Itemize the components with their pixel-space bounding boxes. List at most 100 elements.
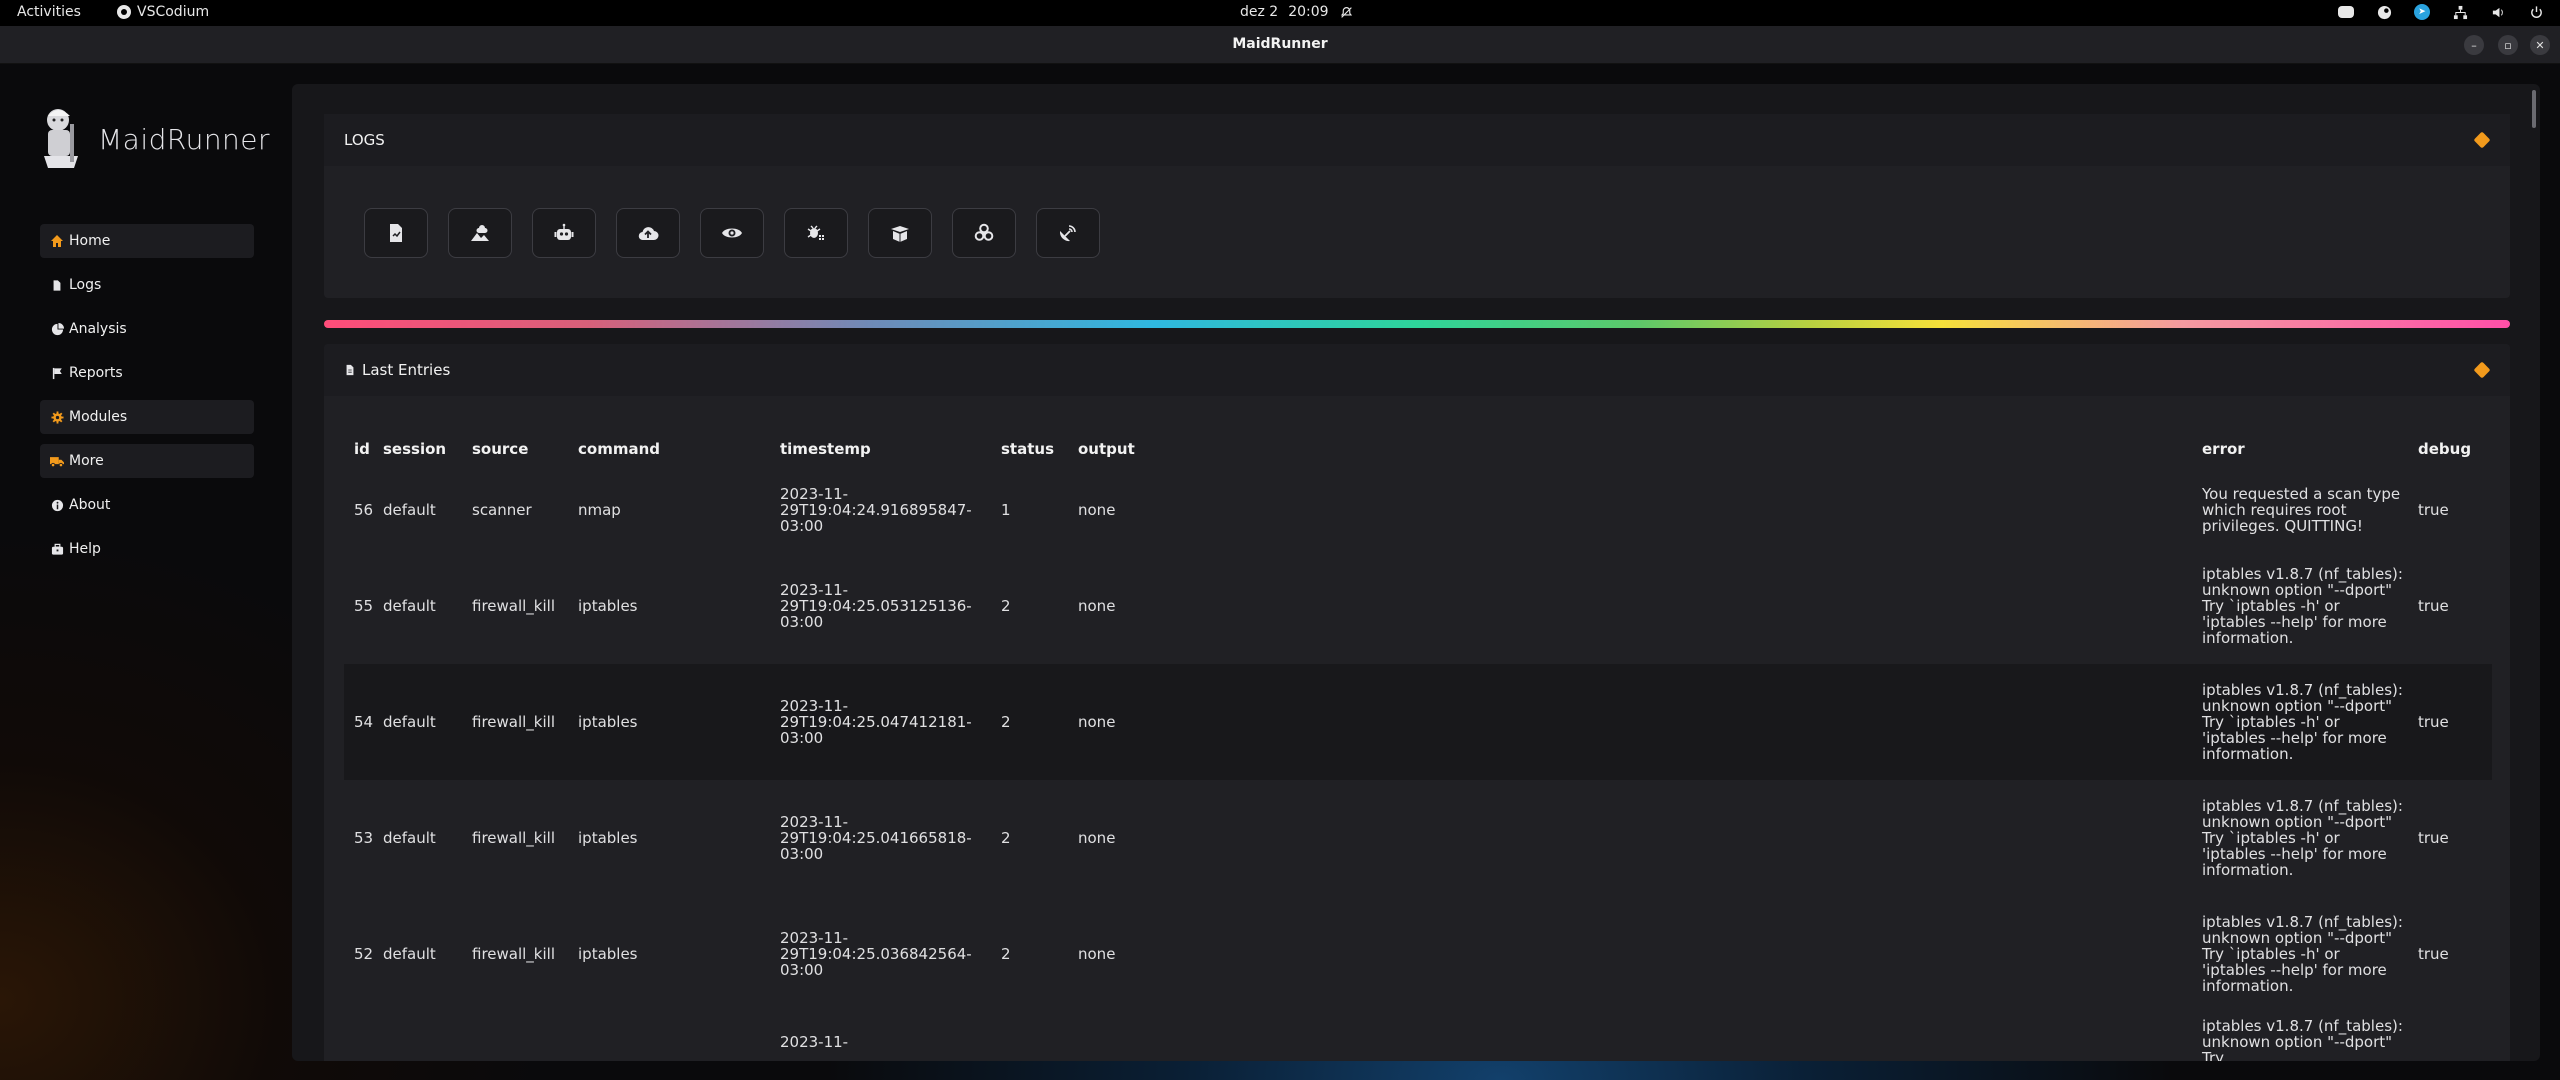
home-icon <box>50 234 64 248</box>
cell-command: iptables <box>578 713 638 731</box>
module-button-open-box[interactable] <box>868 208 932 258</box>
sidebar-item-help[interactable]: Help <box>40 532 254 566</box>
sidebar-item-logs[interactable]: Logs <box>40 268 254 302</box>
window-titlebar[interactable]: MaidRunner – ▫ ✕ <box>0 26 2560 64</box>
table-row[interactable]: 54 default firewall_kill iptables 2023-1… <box>344 664 2492 780</box>
file-chart-icon <box>390 224 402 242</box>
column-header-output[interactable]: output <box>1078 396 2202 472</box>
activities-button[interactable]: Activities <box>17 4 81 20</box>
cell-status: 2 <box>1001 945 1011 963</box>
logs-card-title: LOGS <box>344 131 385 149</box>
column-header-status[interactable]: status <box>1001 396 1078 472</box>
cell-status: 1 <box>1001 501 1011 519</box>
maximize-button[interactable]: ▫ <box>2498 35 2518 55</box>
column-header-session[interactable]: session <box>383 396 472 472</box>
volume-icon[interactable] <box>2490 4 2506 20</box>
table-row[interactable]: 53 default firewall_kill iptables 2023-1… <box>344 780 2492 896</box>
sidebar-item-modules[interactable]: Modules <box>40 400 254 434</box>
column-header-error[interactable]: error <box>2202 396 2418 472</box>
sidebar-item-analysis[interactable]: Analysis <box>40 312 254 346</box>
cell-id: 56 <box>354 501 374 519</box>
cell-error: iptables v1.8.7 (nf_tables): unknown opt… <box>2202 797 2403 879</box>
column-header-timestamp[interactable]: timestemp <box>780 396 1001 472</box>
table-row[interactable]: 55 default firewall_kill iptables 2023-1… <box>344 548 2492 664</box>
sidebar-item-label: Analysis <box>69 321 127 337</box>
module-button-file-chart[interactable] <box>364 208 428 258</box>
clock[interactable]: dez 2 20:09 <box>1240 4 1355 20</box>
main-content: LOGS Last Entries id session source comm… <box>292 84 2540 1061</box>
module-button-biohazard[interactable] <box>952 208 1016 258</box>
cell-status: 2 <box>1001 597 1011 615</box>
truck-icon <box>50 454 64 468</box>
bug-grid-icon <box>807 225 824 240</box>
cell-source: firewall_kill <box>472 829 555 847</box>
file-icon <box>50 278 64 292</box>
entries-card: Last Entries id session source command t… <box>324 344 2510 1061</box>
close-button[interactable]: ✕ <box>2530 35 2550 55</box>
module-button-eye[interactable] <box>700 208 764 258</box>
cell-timestamp: 2023-11-29T19:04:25.041665818-03:00 <box>780 813 972 863</box>
sidebar-item-label: Logs <box>69 277 102 293</box>
file-icon <box>346 364 354 376</box>
discord-icon[interactable] <box>2338 6 2354 18</box>
cell-error: iptables v1.8.7 (nf_tables): unknown opt… <box>2202 1017 2403 1061</box>
pie-chart-icon <box>50 322 64 336</box>
entries-card-header: Last Entries <box>324 344 2510 396</box>
steam-icon[interactable] <box>2376 4 2392 20</box>
window-title: MaidRunner <box>1232 36 1328 52</box>
column-header-debug[interactable]: debug <box>2418 396 2492 472</box>
cell-session: default <box>383 597 436 615</box>
sidebar-item-label: Reports <box>69 365 123 381</box>
cell-debug: true <box>2418 501 2449 519</box>
system-tray: ➤ <box>2338 4 2544 20</box>
cell-command <box>578 1012 780 1061</box>
table-row[interactable]: 56 default scanner nmap 2023-11-29T19:04… <box>344 472 2492 548</box>
minimize-button[interactable]: – <box>2464 35 2484 55</box>
cell-session <box>383 1012 472 1061</box>
sidebar-item-more[interactable]: More <box>40 444 254 478</box>
cell-status <box>1001 1012 1078 1061</box>
sidebar-item-label: About <box>69 497 111 513</box>
sidebar-item-reports[interactable]: Reports <box>40 356 254 390</box>
cell-status: 2 <box>1001 713 1011 731</box>
column-header-command[interactable]: command <box>578 396 780 472</box>
diamond-icon[interactable] <box>2473 361 2491 379</box>
module-button-cloud-upload[interactable] <box>616 208 680 258</box>
cell-debug <box>2418 1012 2492 1061</box>
table-row[interactable]: 52 default firewall_kill iptables 2023-1… <box>344 896 2492 1012</box>
brand-name: MaidRunner <box>98 122 271 156</box>
power-icon[interactable] <box>2528 4 2544 20</box>
cell-session: default <box>383 945 436 963</box>
clock-date: dez 2 <box>1240 4 1279 20</box>
cell-session: default <box>383 829 436 847</box>
scrollbar-thumb[interactable] <box>2532 90 2536 128</box>
table-row[interactable]: 2023-11- iptables v1.8.7 (nf_tables): un… <box>344 1012 2492 1061</box>
network-icon[interactable] <box>2452 4 2468 20</box>
gear-icon <box>50 410 64 424</box>
column-header-source[interactable]: source <box>472 396 578 472</box>
module-button-bug-grid[interactable] <box>784 208 848 258</box>
sidebar-item-about[interactable]: About <box>40 488 254 522</box>
cell-id <box>344 1012 383 1061</box>
cell-output <box>1078 1012 2202 1061</box>
cell-debug: true <box>2418 597 2449 615</box>
module-button-robot[interactable] <box>532 208 596 258</box>
app-menu[interactable]: VSCodium <box>117 4 209 20</box>
cell-id: 53 <box>354 829 374 847</box>
cell-output: none <box>1078 597 1116 615</box>
module-button-cloud-mountain[interactable] <box>448 208 512 258</box>
diamond-icon[interactable] <box>2473 131 2491 149</box>
column-header-id[interactable]: id <box>344 396 383 472</box>
table-header-row: id session source command timestemp stat… <box>344 396 2492 472</box>
cell-session: default <box>383 713 436 731</box>
cell-source: firewall_kill <box>472 945 555 963</box>
cell-error: iptables v1.8.7 (nf_tables): unknown opt… <box>2202 565 2403 647</box>
cell-timestamp: 2023-11-29T19:04:25.053125136-03:00 <box>780 581 972 631</box>
telegram-icon[interactable]: ➤ <box>2414 4 2430 20</box>
cell-timestamp: 2023-11-29T19:04:25.047412181-03:00 <box>780 697 972 747</box>
clock-time: 20:09 <box>1288 4 1329 20</box>
cell-command: iptables <box>578 597 638 615</box>
module-button-satellite-dish[interactable] <box>1036 208 1100 258</box>
sidebar-item-home[interactable]: Home <box>40 224 254 258</box>
cell-debug: true <box>2418 829 2449 847</box>
